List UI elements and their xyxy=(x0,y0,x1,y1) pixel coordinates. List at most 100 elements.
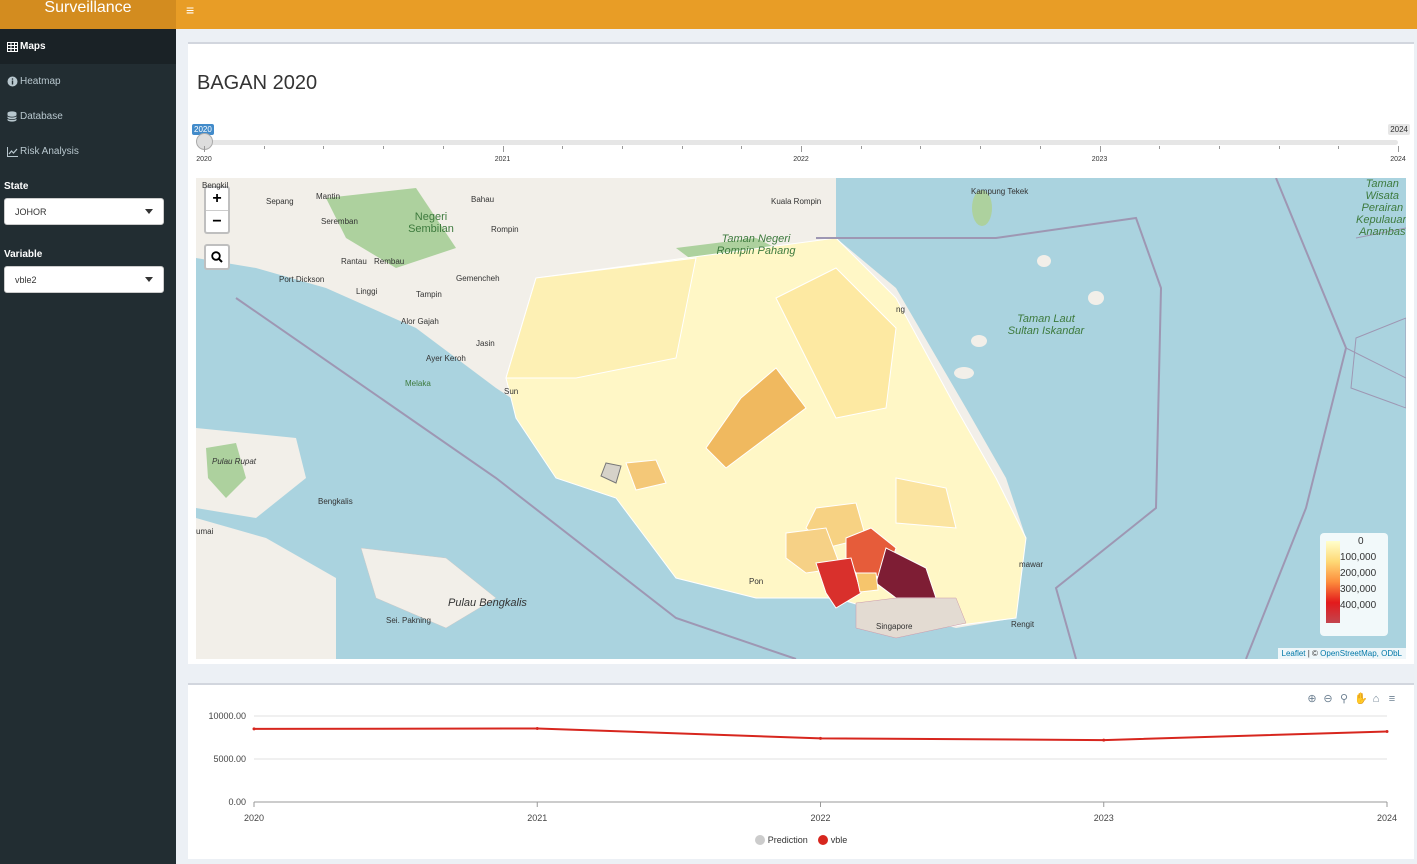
sidebar-item-heatmap[interactable]: Heatmap xyxy=(0,64,176,99)
zoom-out-button[interactable]: − xyxy=(206,210,228,232)
slider-tick-label: 2022 xyxy=(793,156,809,163)
legend-label: vble xyxy=(830,835,848,845)
state-select[interactable]: JOHOR xyxy=(4,198,164,225)
legend-label: Prediction xyxy=(767,835,808,845)
legend-color-bar xyxy=(1326,541,1340,623)
map-attribution: Leaflet | © OpenStreetMap, ODbL xyxy=(1277,648,1406,659)
x-tick-label: 2023 xyxy=(1094,813,1114,823)
map-place-label: mawar xyxy=(1019,560,1044,569)
map-place-label: Gemencheh xyxy=(456,274,500,283)
variable-select[interactable]: vble2 xyxy=(4,266,164,293)
sidebar: Maps Heatmap Database Risk Analysis Stat… xyxy=(0,29,176,864)
legend-dot xyxy=(754,835,765,845)
chevron-down-icon xyxy=(145,209,153,214)
variable-label: Variable xyxy=(4,249,43,260)
slider-tick-label: 2021 xyxy=(494,156,511,163)
slider-max-badge: 2024 xyxy=(1388,124,1410,135)
hamburger-icon[interactable]: ≡ xyxy=(186,2,194,18)
slider-tick xyxy=(920,146,922,149)
year-slider[interactable]: 2020 2024 2020 2021 2022 2023 2024 xyxy=(192,124,1410,164)
map-place-label: Jasin xyxy=(476,339,495,348)
x-tick-label: 2024 xyxy=(1377,813,1397,823)
legend-dot xyxy=(817,835,828,845)
attribution-separator: | © xyxy=(1305,649,1321,658)
slider-tick xyxy=(1218,146,1220,149)
table-icon xyxy=(6,41,18,53)
chart-legend: Prediction vble xyxy=(188,835,1414,845)
map-place-label: Negeri Sembilan xyxy=(408,211,454,236)
map-place-label: Rompin xyxy=(491,225,519,234)
osm-link[interactable]: OpenStreetMap, ODbL xyxy=(1320,649,1402,658)
leaflet-link[interactable]: Leaflet xyxy=(1282,649,1306,658)
map-place-label: Pulau Bengkalis xyxy=(448,597,527,609)
slider-tick xyxy=(562,146,564,149)
legend-label: 100,000 xyxy=(1340,552,1377,563)
map-place-label: Seremban xyxy=(321,217,358,226)
map-place-label: Mantin xyxy=(316,192,341,201)
slider-tick xyxy=(1039,146,1041,149)
x-tick-label: 2022 xyxy=(810,813,830,823)
slider-tick xyxy=(681,146,683,149)
map-place-label: Rembau xyxy=(374,257,405,266)
slider-tick xyxy=(383,146,385,149)
slider-tick xyxy=(1099,146,1101,152)
map-place-label: Alor Gajah xyxy=(401,317,439,326)
chart-toolbar: ⊕ ⊖ ⚲ ✋ ⌂ ≡ xyxy=(1306,693,1398,705)
map-place-label: Bengkil xyxy=(202,181,229,190)
legend-label: 0 xyxy=(1358,536,1364,547)
slider-tick xyxy=(621,146,623,149)
legend-label: 400,000 xyxy=(1340,600,1377,611)
legend-item-prediction[interactable]: Prediction xyxy=(754,835,808,845)
map-place-label: umai xyxy=(196,527,214,536)
menu-icon[interactable]: ≡ xyxy=(1386,693,1398,705)
app-brand: Surveillance xyxy=(0,0,176,29)
slider-tick xyxy=(980,146,982,149)
sidebar-item-label: Risk Analysis xyxy=(20,146,79,157)
zoom-in-button[interactable]: + xyxy=(206,188,228,210)
map-place-label: Melaka xyxy=(405,379,431,388)
zoom-in-icon[interactable]: ⊕ xyxy=(1306,693,1318,705)
slider-tick xyxy=(263,146,265,149)
map-place-label: Singapore xyxy=(876,622,913,631)
slider-tick xyxy=(1159,146,1161,149)
slider-track[interactable] xyxy=(204,140,1398,145)
magnifier-icon[interactable]: ⚲ xyxy=(1338,693,1350,705)
chevron-down-icon xyxy=(145,277,153,282)
variable-select-value: vble2 xyxy=(15,274,37,285)
map-place-label: Bahau xyxy=(471,195,495,204)
data-point xyxy=(535,726,539,730)
home-icon[interactable]: ⌂ xyxy=(1370,693,1382,705)
top-navbar: Surveillance ≡ xyxy=(0,0,1417,29)
pan-hand-icon[interactable]: ✋ xyxy=(1354,693,1368,705)
sidebar-item-database[interactable]: Database xyxy=(0,99,176,134)
choropleth-map[interactable]: + − Bengkil Sepang Mantin Bahau Kuala Rompin… xyxy=(196,178,1406,659)
sidebar-item-maps[interactable]: Maps xyxy=(0,29,176,64)
zoom-out-icon[interactable]: ⊖ xyxy=(1322,693,1334,705)
sidebar-item-label: Heatmap xyxy=(20,76,61,87)
map-place-label: Linggi xyxy=(356,287,378,296)
slider-tick xyxy=(442,146,444,149)
slider-tick xyxy=(1278,146,1280,149)
map-place-label: Tampin xyxy=(416,290,442,299)
sidebar-item-risk-analysis[interactable]: Risk Analysis xyxy=(0,134,176,169)
map-place-label: Sei. Pakning xyxy=(386,616,431,625)
line-chart-icon xyxy=(6,146,18,158)
map-place-label: Sun xyxy=(504,387,519,396)
slider-tick-label: 2020 xyxy=(196,156,212,163)
map-place-label: Bengkalis xyxy=(318,497,353,506)
map-search-button[interactable] xyxy=(204,244,230,270)
map-place-label: Rengit xyxy=(1011,620,1035,629)
page-title: BAGAN 2020 xyxy=(197,72,318,94)
map-canvas[interactable] xyxy=(196,178,1406,659)
data-point xyxy=(1385,729,1389,733)
map-place-label: Taman Negeri Rompin Pahang xyxy=(716,233,796,258)
map-place-label: Pon xyxy=(749,577,764,586)
x-tick-label: 2021 xyxy=(527,813,547,823)
map-place-label: Kuala Rompin xyxy=(771,197,822,206)
map-place-label: Port Dickson xyxy=(279,275,325,284)
legend-item-vble[interactable]: vble xyxy=(817,835,848,845)
map-place-label: Kampung Tekek xyxy=(971,187,1029,196)
slider-tick-label: 2023 xyxy=(1091,156,1108,163)
slider-tick xyxy=(741,146,743,149)
sidebar-item-label: Maps xyxy=(20,41,46,52)
